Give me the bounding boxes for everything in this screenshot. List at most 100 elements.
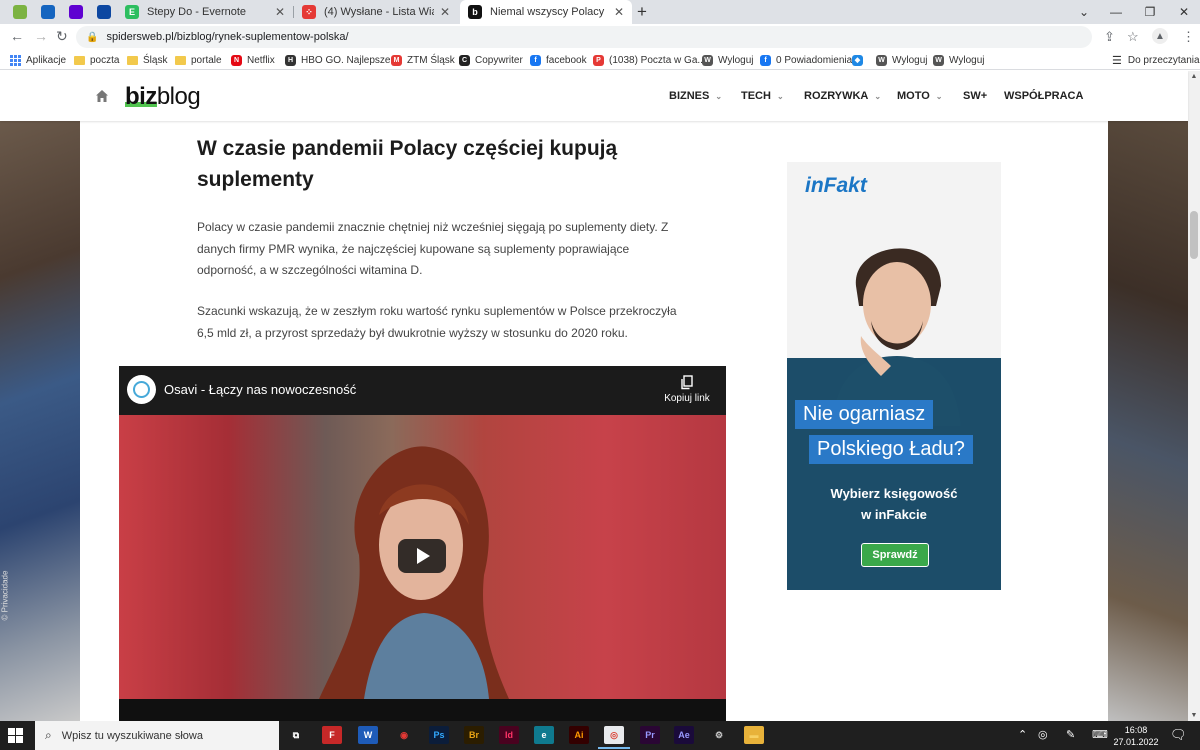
bookmark-item[interactable]: portale (175, 50, 222, 70)
back-button[interactable]: ← (10, 28, 24, 44)
video-thumbnail[interactable] (119, 415, 726, 699)
pinned-tab[interactable] (62, 0, 90, 24)
opera-icon[interactable]: ◉ (394, 726, 414, 744)
channel-avatar[interactable] (127, 375, 156, 404)
page-scrollbar[interactable]: ▲ ▼ (1188, 71, 1200, 721)
steam-like-icon[interactable]: ⚙ (709, 726, 729, 744)
bookmark-label: Aplikacje (26, 54, 67, 66)
illustrator-icon[interactable]: Ai (569, 726, 589, 744)
bookmark-item[interactable]: f 0 Powiadomienia (760, 50, 852, 70)
bookmark-item[interactable]: W Wyloguj (702, 50, 753, 70)
home-icon[interactable] (95, 89, 109, 103)
nav-biznes[interactable]: BIZNES ⌄ (669, 90, 722, 102)
bookmark-item[interactable]: W Wyloguj (933, 50, 984, 70)
url-text[interactable]: spidersweb.pl/bizblog/rynek-suplementow-… (106, 31, 348, 43)
bookmark-item[interactable]: H HBO GO. Najlepsze... (285, 50, 399, 70)
scroll-up-arrow[interactable]: ▲ (1188, 73, 1200, 80)
edge-icon[interactable]: e (534, 726, 554, 744)
privacy-label[interactable]: © Privacidade (0, 571, 9, 621)
tab-search-icon[interactable]: ⌄ (1066, 0, 1102, 24)
after-effects-icon[interactable]: Ae (674, 726, 694, 744)
chrome-icon[interactable]: ◎ (598, 726, 630, 749)
task-view-icon[interactable]: ⧉ (286, 726, 306, 744)
nav-rozrywka[interactable]: ROZRYWKA ⌄ (804, 90, 881, 102)
minimize-button[interactable]: — (1098, 0, 1134, 24)
nav-label: BIZNES (669, 90, 710, 102)
nav-label: SW+ (963, 90, 988, 102)
lock-icon[interactable]: 🔒 (86, 32, 98, 43)
bookmark-label: Śląsk (143, 54, 168, 66)
menu-kebab-icon[interactable]: ⋮ (1182, 29, 1195, 45)
video-player[interactable]: Osavi - Łączy nas nowoczesność Kopiuj li… (119, 366, 726, 721)
bookmark-item[interactable]: poczta (74, 50, 119, 70)
dropbox-icon: ◆ (852, 54, 863, 66)
ad-headline: Polskiego Ładu? (809, 435, 973, 464)
photoshop-icon[interactable]: Ps (429, 726, 449, 744)
nav-moto[interactable]: MOTO ⌄ (897, 90, 943, 102)
bookmark-item[interactable]: P (1038) Poczta w Ga... (593, 50, 706, 70)
windows-start-icon[interactable] (8, 728, 23, 743)
ad-headline: Nie ogarniasz (795, 400, 934, 429)
bookmark-item[interactable]: M ZTM Śląsk (391, 50, 455, 70)
reading-list[interactable]: ☰ Do przeczytania (1112, 50, 1200, 70)
logo-blog: blog (156, 83, 201, 110)
indesign-icon[interactable]: Id (499, 726, 519, 744)
bookmark-item[interactable]: f facebook (530, 50, 587, 70)
ad-cta-button[interactable]: Sprawdź (861, 543, 929, 567)
forward-button[interactable]: → (34, 28, 48, 44)
premiere-icon[interactable]: Pr (640, 726, 660, 744)
bookmark-item[interactable]: Aplikacje (10, 50, 66, 70)
tab-title: Niemal wszyscy Polacy kupują to (490, 6, 608, 18)
nav-wspolpraca[interactable]: WSPÓŁPRACA (1004, 90, 1083, 102)
bookmark-item[interactable]: N Netflix (231, 50, 275, 70)
play-button[interactable] (398, 539, 446, 573)
pinned-tab[interactable] (34, 0, 62, 24)
fax-app-icon[interactable]: F (322, 726, 342, 744)
infakt-ad-banner[interactable]: inFakt Nie ogarniasz Polskiego Ładu? Wyb… (787, 162, 1001, 590)
article-paragraph: Szacunki wskazują, że w zeszłym roku war… (197, 304, 677, 340)
video-title[interactable]: Osavi - Łączy nas nowoczesność (164, 382, 356, 397)
tab-poczta[interactable]: ⁘ (4) Wysłane - Lista Wiadomości ✕ (294, 0, 458, 24)
bookmark-label: ZTM Śląsk (407, 54, 455, 66)
close-window-button[interactable]: ✕ (1166, 0, 1200, 24)
scroll-thumb[interactable] (1190, 211, 1198, 259)
close-icon[interactable]: ✕ (614, 5, 624, 19)
taskbar-search-input[interactable]: ⌕ Wpisz tu wyszukiwane słowa (35, 721, 279, 750)
pinned-tab[interactable] (6, 0, 34, 24)
bookmark-item[interactable]: C Copywriter (459, 50, 523, 70)
word-icon[interactable]: W (358, 726, 378, 744)
bookmark-item[interactable]: W Wyloguj (876, 50, 927, 70)
bookmark-star-icon[interactable]: ☆ (1127, 29, 1139, 45)
new-tab-button[interactable]: + (637, 2, 647, 22)
restore-button[interactable]: ❐ (1132, 0, 1168, 24)
bookmark-item[interactable]: Śląsk (127, 50, 167, 70)
profile-avatar[interactable]: ▲ (1152, 28, 1168, 44)
tray-app-icon[interactable]: ◎ (1038, 728, 1048, 741)
bookmarks-bar: Aplikacje poczta Śląsk portale N Netflix H HBO … (0, 50, 1200, 70)
search-icon: ⌕ (45, 728, 52, 742)
tray-tools-icon[interactable]: ✎ (1066, 728, 1075, 741)
tray-chevron-icon[interactable]: ⌃ (1018, 728, 1027, 741)
file-explorer-icon[interactable]: ▬ (744, 726, 764, 744)
taskbar-clock[interactable]: 16:08 27.01.2022 (1112, 724, 1160, 748)
address-bar[interactable]: 🔒 spidersweb.pl/bizblog/rynek-suplemento… (76, 26, 1092, 48)
copy-link-button[interactable]: Kopiuj link (662, 375, 712, 404)
bridge-icon[interactable]: Br (464, 726, 484, 744)
bookmark-item[interactable]: ◆ (852, 50, 868, 70)
close-icon[interactable]: ✕ (440, 5, 450, 19)
nav-sw-plus[interactable]: SW+ (963, 90, 987, 102)
pinned-tab[interactable] (90, 0, 118, 24)
scroll-down-arrow[interactable]: ▼ (1188, 712, 1200, 719)
bookmark-label: Wyloguj (718, 54, 754, 66)
chevron-down-icon: ⌄ (715, 91, 723, 101)
notifications-icon[interactable]: 🗨 (1170, 727, 1187, 743)
tab-evernote[interactable]: E Stepy Do - Evernote ✕ (117, 0, 293, 24)
docs-icon (41, 5, 55, 19)
close-icon[interactable]: ✕ (275, 5, 285, 19)
tab-bizblog-active[interactable]: b Niemal wszyscy Polacy kupują to ✕ (460, 0, 632, 24)
bizblog-logo[interactable]: bizblog (125, 83, 201, 111)
nav-tech[interactable]: TECH ⌄ (741, 90, 784, 102)
reload-button[interactable]: ↻ (56, 28, 68, 45)
keyboard-icon[interactable]: ⌨ (1092, 728, 1108, 741)
share-icon[interactable]: ⇪ (1104, 29, 1115, 45)
